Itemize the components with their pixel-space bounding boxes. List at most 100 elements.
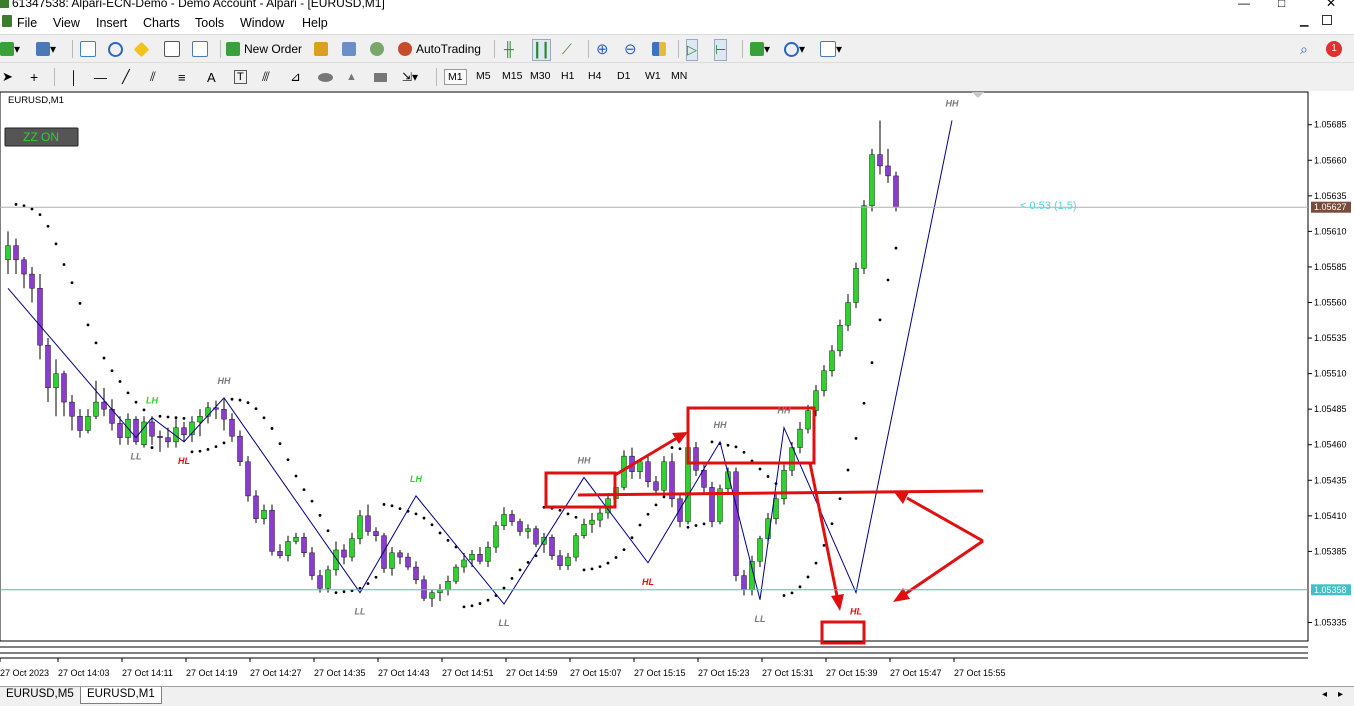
candle-body [893, 175, 899, 208]
candle-body [821, 370, 827, 391]
fibonacci-icon[interactable]: ≡ [178, 67, 186, 87]
terminal-icon[interactable] [164, 39, 180, 59]
parabolic-sar-dot [822, 543, 826, 547]
strategy-tester-icon[interactable] [192, 39, 208, 59]
autoscroll-icon[interactable]: ▷ [686, 39, 698, 61]
templates-icon[interactable]: ▾ [820, 39, 842, 59]
zoom-out-icon[interactable]: ⊖ [624, 39, 637, 59]
price-chart[interactable]: LL LH HL HH LL LH LL HH HL HH LL HH HL HH 1.05685 1.05… [0, 91, 1354, 686]
timeframe-m1[interactable]: M1 [444, 69, 467, 85]
profiles-icon[interactable]: ▾ [36, 39, 56, 59]
periods-icon[interactable]: ▾ [784, 39, 805, 59]
candle-body [325, 569, 331, 589]
candle-body [837, 325, 843, 352]
maximize-icon[interactable]: □ [1278, 0, 1285, 10]
signals-icon[interactable] [342, 39, 356, 59]
bar-chart-icon[interactable]: ╫ [504, 39, 514, 59]
parabolic-sar-dot [238, 398, 242, 402]
menu-insert[interactable]: Insert [96, 16, 127, 30]
timeframe-d1[interactable]: D1 [614, 69, 633, 83]
arrows-icon[interactable]: ⇲▾ [402, 67, 418, 87]
equidistant-channel-icon[interactable]: ⫽ [150, 67, 156, 87]
text-label-icon[interactable]: T [234, 67, 247, 87]
candle-body [293, 536, 299, 542]
candle-body [637, 461, 643, 472]
mdi-minimize-icon[interactable]: ▁ [1300, 14, 1308, 27]
zz-on-button[interactable]: ZZ ON [23, 130, 59, 144]
parabolic-sar-dot [814, 561, 818, 565]
alerts-icon[interactable]: 1 [1326, 39, 1342, 59]
parabolic-sar-dot [430, 523, 434, 527]
timeframe-h1[interactable]: H1 [558, 69, 577, 83]
chart-window-icon[interactable] [2, 15, 12, 27]
parabolic-sar-dot [846, 468, 850, 472]
ellipse-icon[interactable] [318, 67, 333, 87]
candle-body [413, 566, 419, 581]
price-scale-label: 1.05435 [1314, 475, 1347, 485]
navigator-icon[interactable] [133, 39, 150, 59]
search-icon[interactable]: ⌕ [1300, 39, 1308, 59]
triangle-icon[interactable]: ▲ [346, 67, 357, 87]
close-icon[interactable]: ✕ [1326, 0, 1336, 10]
market-watch-icon[interactable] [80, 39, 96, 59]
parabolic-sar-dot [54, 242, 58, 246]
crosshair-icon[interactable]: + [30, 67, 38, 87]
pitchfork-icon[interactable]: ⫻ [262, 67, 270, 87]
timeframe-m15[interactable]: M15 [499, 69, 525, 83]
rectangle-icon[interactable] [374, 67, 387, 87]
tile-windows-icon[interactable] [652, 39, 666, 59]
menu-window[interactable]: Window [240, 16, 284, 30]
zigzag-label-hh: HH [946, 98, 959, 108]
candle-body [229, 418, 235, 437]
time-axis-label: 27 Oct 15:23 [698, 668, 750, 678]
menu-charts[interactable]: Charts [143, 16, 180, 30]
cursor-icon[interactable]: ➤ [2, 67, 13, 87]
timeframe-m30[interactable]: M30 [527, 69, 553, 83]
new-chart-icon[interactable]: ▾ [0, 39, 20, 59]
chart-shift-icon[interactable]: ⊢ [714, 39, 728, 61]
time-axis-label: 27 Oct 15:39 [826, 668, 878, 678]
parabolic-sar-dot [694, 524, 698, 527]
price-scale-label: 1.05460 [1314, 440, 1347, 450]
new-order-button[interactable]: New Order [226, 39, 302, 59]
market-icon[interactable] [370, 39, 384, 59]
candle-body [557, 555, 563, 566]
line-chart-icon[interactable]: ⟋ [562, 39, 572, 59]
menu-tools[interactable]: Tools [195, 16, 224, 30]
timeframe-h4[interactable]: H4 [585, 69, 604, 83]
parabolic-sar-dot [638, 523, 642, 527]
chart-window[interactable]: LL LH HL HH LL LH LL HH HL HH LL HH HL HH 1.05685 1.05… [0, 91, 1354, 686]
minimize-icon[interactable]: — [1238, 0, 1250, 10]
timeframe-mn[interactable]: MN [668, 69, 690, 83]
candle-body [21, 259, 27, 275]
candle-body [277, 551, 283, 556]
timeframe-w1[interactable]: W1 [642, 69, 664, 83]
text-tool-icon[interactable]: A [207, 67, 216, 87]
menu-file[interactable]: File [17, 16, 37, 30]
gann-icon[interactable]: ⊿ [290, 67, 301, 87]
price-scale-label: 1.05535 [1314, 333, 1347, 343]
autotrading-button[interactable]: AutoTrading [398, 39, 481, 59]
metaeditor-icon[interactable] [314, 39, 328, 59]
indicators-icon[interactable]: ▾ [750, 39, 770, 59]
tab-scroll-right-icon[interactable]: ▸ [1338, 689, 1343, 700]
candle-body [53, 373, 59, 389]
candle-body [461, 559, 467, 568]
menu-view[interactable]: View [53, 16, 80, 30]
timeframe-m5[interactable]: M5 [473, 69, 494, 83]
mdi-restore-icon[interactable] [1322, 15, 1332, 25]
menu-help[interactable]: Help [302, 16, 328, 30]
candle-body [349, 538, 355, 558]
candlestick-icon[interactable]: ┃┃ [532, 39, 551, 61]
parabolic-sar-dot [14, 202, 18, 206]
zoom-in-icon[interactable]: ⊕ [596, 39, 609, 59]
candle-body [853, 268, 859, 303]
data-window-icon[interactable] [108, 39, 123, 59]
candle-body [701, 470, 707, 488]
horizontal-line-icon[interactable]: — [94, 67, 107, 87]
tab-eurusd-m1[interactable]: EURUSD,M1 [80, 687, 162, 704]
tab-scroll-left-icon[interactable]: ◂ [1322, 689, 1327, 700]
tab-eurusd-m5[interactable]: EURUSD,M5 [0, 687, 78, 704]
vertical-line-icon[interactable]: │ [70, 67, 78, 87]
trendline-icon[interactable]: ╱ [122, 67, 130, 87]
